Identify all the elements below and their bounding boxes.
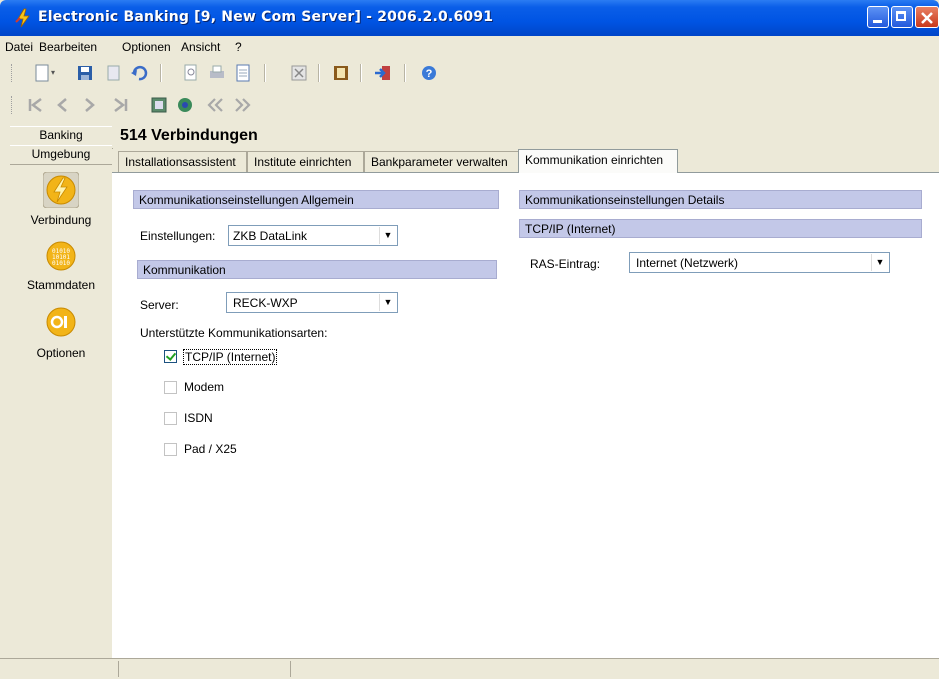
section-header-details: Kommunikationseinstellungen Details bbox=[519, 190, 922, 209]
toolbar-grip[interactable] bbox=[11, 96, 15, 114]
toolbar-navigation bbox=[0, 90, 939, 120]
menu-bearbeiten[interactable]: Bearbeiten bbox=[39, 40, 97, 54]
dropdown-arrow-icon[interactable]: ▾ bbox=[51, 68, 55, 77]
status-segment bbox=[0, 661, 119, 677]
nav-header-banking[interactable]: Banking bbox=[10, 126, 112, 146]
section-header-kommunikation: Kommunikation bbox=[137, 260, 497, 279]
status-segment bbox=[120, 661, 291, 677]
exit-icon[interactable] bbox=[374, 64, 392, 82]
toolbar-main: ▾ ? bbox=[0, 58, 939, 88]
checkbox-pad-x25[interactable] bbox=[164, 443, 177, 456]
save-copy-icon[interactable] bbox=[104, 64, 122, 82]
lightning-icon bbox=[43, 172, 79, 208]
checkbox-label-modem[interactable]: Modem bbox=[184, 380, 224, 394]
nav-item-label: Stammdaten bbox=[26, 278, 96, 292]
supported-types-label: Unterstützte Kommunikationsarten: bbox=[140, 326, 328, 340]
section-header-allgemein: Kommunikationseinstellungen Allgemein bbox=[133, 190, 499, 209]
checkbox-label-pad-x25[interactable]: Pad / X25 bbox=[184, 442, 237, 456]
document-icon[interactable] bbox=[234, 64, 252, 82]
menu-help[interactable]: ? bbox=[235, 40, 242, 54]
minimize-button[interactable] bbox=[867, 6, 889, 28]
title-bar: Electronic Banking [9, New Com Server] -… bbox=[0, 0, 939, 36]
nav-item-optionen[interactable]: Optionen bbox=[10, 304, 112, 364]
scroll-forward-icon[interactable] bbox=[234, 96, 252, 114]
refresh-icon[interactable] bbox=[176, 96, 194, 114]
book-icon[interactable] bbox=[332, 64, 350, 82]
chevron-down-icon[interactable]: ▼ bbox=[871, 254, 888, 271]
close-icon bbox=[921, 12, 933, 24]
nav-item-label: Verbindung bbox=[30, 213, 92, 227]
tab-strip: Installationsassistent Institute einrich… bbox=[112, 149, 939, 173]
page-header: 514 Verbindungen bbox=[112, 126, 939, 148]
new-document-icon[interactable] bbox=[33, 64, 51, 82]
svg-text:01010: 01010 bbox=[52, 260, 70, 267]
menu-datei[interactable]: Datei bbox=[5, 40, 33, 54]
options-toggle-icon bbox=[46, 307, 76, 337]
help-icon[interactable]: ? bbox=[420, 64, 438, 82]
print-preview-icon[interactable] bbox=[182, 64, 200, 82]
next-record-icon[interactable] bbox=[80, 96, 98, 114]
save-icon[interactable] bbox=[76, 64, 94, 82]
first-record-icon[interactable] bbox=[26, 96, 44, 114]
server-select[interactable]: RECK-WXP ▼ bbox=[226, 292, 398, 313]
window-title: Electronic Banking [9, New Com Server] -… bbox=[38, 9, 494, 25]
maximize-icon bbox=[896, 11, 906, 21]
checkbox-label-tcpip[interactable]: TCP/IP (Internet) bbox=[183, 349, 278, 365]
chevron-down-icon[interactable]: ▼ bbox=[379, 227, 396, 244]
nav-item-stammdaten[interactable]: 01010 10101 01010 Stammdaten bbox=[10, 238, 112, 298]
einstellungen-select[interactable]: ZKB DataLink ▼ bbox=[228, 225, 398, 246]
svg-text:?: ? bbox=[426, 68, 433, 80]
nav-item-verbindung[interactable]: Verbindung bbox=[10, 170, 112, 230]
tab-bankparameter-verwalten[interactable]: Bankparameter verwalten bbox=[364, 151, 519, 172]
tab-content-panel: Kommunikationseinstellungen Allgemein Ei… bbox=[112, 172, 939, 659]
delete-icon[interactable] bbox=[290, 64, 308, 82]
details-icon[interactable] bbox=[150, 96, 168, 114]
menu-bar: Datei Bearbeiten Optionen Ansicht ? bbox=[0, 36, 939, 58]
server-value: RECK-WXP bbox=[233, 296, 298, 310]
print-icon[interactable] bbox=[208, 64, 226, 82]
page-title: 514 Verbindungen bbox=[120, 127, 258, 144]
scroll-back-icon[interactable] bbox=[206, 96, 224, 114]
binary-data-icon: 01010 10101 01010 bbox=[46, 241, 76, 271]
checkbox-modem[interactable] bbox=[164, 381, 177, 394]
einstellungen-label: Einstellungen: bbox=[140, 229, 216, 243]
nav-header-umgebung[interactable]: Umgebung bbox=[10, 145, 112, 165]
nav-item-label: Optionen bbox=[36, 346, 86, 360]
ras-entry-value: Internet (Netzwerk) bbox=[636, 256, 739, 270]
close-button[interactable] bbox=[915, 6, 939, 28]
chevron-down-icon[interactable]: ▼ bbox=[379, 294, 396, 311]
app-icon bbox=[15, 8, 30, 28]
checkbox-label-isdn[interactable]: ISDN bbox=[184, 411, 213, 425]
toolbar-grip[interactable] bbox=[11, 64, 15, 82]
checkbox-isdn[interactable] bbox=[164, 412, 177, 425]
tab-installationsassistent[interactable]: Installationsassistent bbox=[118, 151, 247, 172]
tab-kommunikation-einrichten[interactable]: Kommunikation einrichten bbox=[518, 149, 678, 173]
maximize-button[interactable] bbox=[891, 6, 913, 28]
menu-optionen[interactable]: Optionen bbox=[122, 40, 171, 54]
previous-record-icon[interactable] bbox=[54, 96, 72, 114]
undo-icon[interactable] bbox=[130, 64, 148, 82]
minimize-icon bbox=[873, 20, 882, 23]
server-label: Server: bbox=[140, 298, 179, 312]
ras-entry-select[interactable]: Internet (Netzwerk) ▼ bbox=[629, 252, 890, 273]
last-record-icon[interactable] bbox=[112, 96, 130, 114]
menu-ansicht[interactable]: Ansicht bbox=[181, 40, 220, 54]
einstellungen-value: ZKB DataLink bbox=[233, 229, 308, 243]
section-subheader-tcpip: TCP/IP (Internet) bbox=[519, 219, 922, 238]
tab-institute-einrichten[interactable]: Institute einrichten bbox=[247, 151, 364, 172]
checkbox-tcpip[interactable] bbox=[164, 350, 177, 363]
ras-entry-label: RAS-Eintrag: bbox=[530, 257, 601, 271]
left-navigation-panel: Banking Umgebung Verbindung 01010 10101 … bbox=[10, 126, 113, 658]
status-bar bbox=[0, 658, 939, 679]
